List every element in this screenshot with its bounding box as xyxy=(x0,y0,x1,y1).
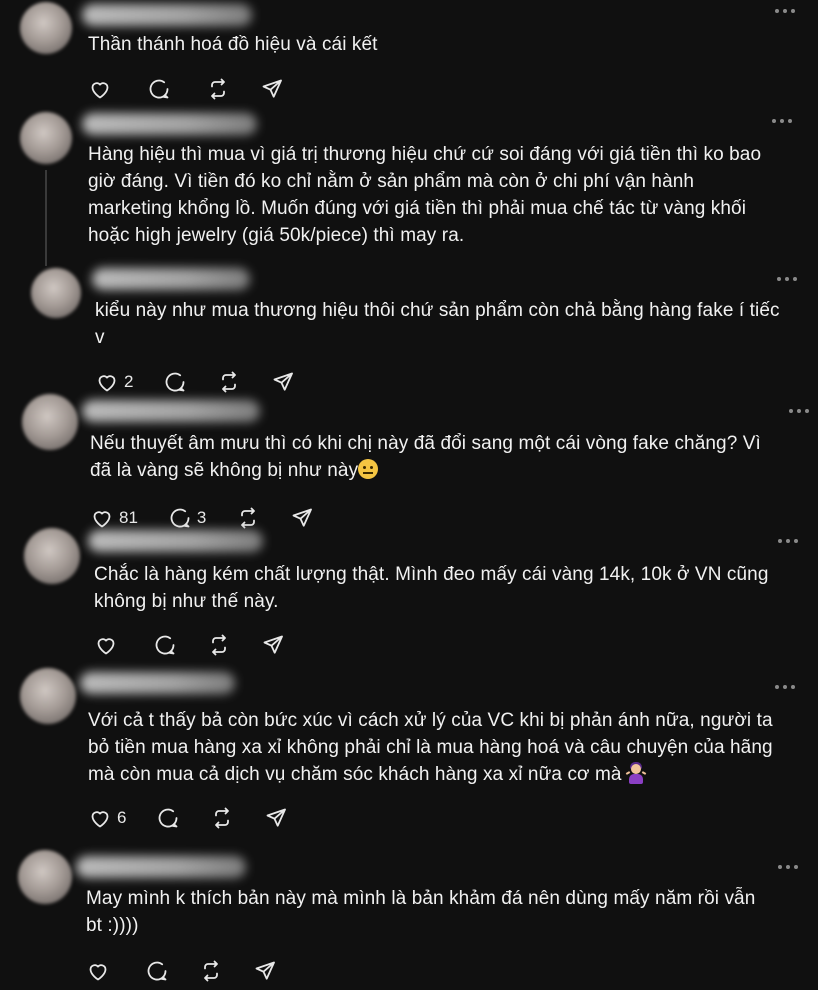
more-dots-icon[interactable] xyxy=(775,8,795,14)
speech-bubble-icon xyxy=(145,959,169,983)
more-dots-icon[interactable] xyxy=(772,118,792,124)
comment-text: Chắc là hàng kém chất lượng thật. Mình đ… xyxy=(94,564,769,612)
avatar[interactable] xyxy=(20,2,72,54)
action-bar xyxy=(88,76,314,102)
send-icon xyxy=(253,959,277,983)
repost-button[interactable] xyxy=(217,370,241,394)
send-icon xyxy=(260,77,284,101)
username-blurred[interactable] xyxy=(76,856,246,878)
speech-bubble-icon xyxy=(156,806,180,830)
like-button[interactable]: 2 xyxy=(95,370,133,394)
like-count: 2 xyxy=(124,372,134,391)
send-icon xyxy=(290,506,314,530)
reply-button[interactable] xyxy=(153,633,177,657)
action-bar: 81 3 xyxy=(90,505,344,531)
more-dots-icon[interactable] xyxy=(777,276,797,282)
repost-button[interactable] xyxy=(206,77,230,101)
username-blurred[interactable] xyxy=(82,113,257,135)
reply-button[interactable] xyxy=(163,370,187,394)
repost-icon xyxy=(236,506,260,530)
woman-shrugging-emoji-icon xyxy=(625,762,646,784)
like-button[interactable]: 6 xyxy=(88,806,126,830)
like-button[interactable]: 81 xyxy=(90,506,138,530)
avatar[interactable] xyxy=(22,394,78,450)
repost-icon xyxy=(210,806,234,830)
comment-text: Hàng hiệu thì mua vì giá trị thương hiệu… xyxy=(88,144,762,246)
heart-icon xyxy=(88,77,112,101)
repost-button[interactable] xyxy=(210,806,234,830)
like-button[interactable] xyxy=(88,77,117,101)
share-button[interactable] xyxy=(253,959,277,983)
avatar[interactable] xyxy=(20,112,72,164)
send-icon xyxy=(261,633,285,657)
repost-icon xyxy=(207,633,231,657)
reply-button[interactable] xyxy=(145,959,169,983)
speech-bubble-icon xyxy=(147,77,171,101)
heart-icon xyxy=(95,370,119,394)
speech-bubble-icon xyxy=(153,633,177,657)
username-blurred[interactable] xyxy=(82,4,252,26)
speech-bubble-icon xyxy=(163,370,187,394)
share-button[interactable] xyxy=(271,370,295,394)
reply-button[interactable] xyxy=(156,806,180,830)
more-dots-icon[interactable] xyxy=(789,408,809,414)
more-dots-icon[interactable] xyxy=(778,864,798,870)
more-dots-icon[interactable] xyxy=(775,684,795,690)
neutral-face-emoji-icon xyxy=(358,459,379,479)
repost-icon xyxy=(199,959,223,983)
repost-button[interactable] xyxy=(199,959,223,983)
username-blurred[interactable] xyxy=(82,400,260,422)
share-button[interactable] xyxy=(264,806,288,830)
repost-button[interactable] xyxy=(236,506,260,530)
action-bar xyxy=(94,632,315,658)
avatar[interactable] xyxy=(31,268,81,318)
heart-icon xyxy=(86,959,110,983)
avatar[interactable] xyxy=(20,668,76,724)
like-count: 81 xyxy=(119,508,138,527)
comment-text: May mình k thích bản này mà mình là bản … xyxy=(86,888,756,936)
comment-text: Với cả t thấy bả còn bức xúc vì cách xử … xyxy=(88,707,773,788)
like-button[interactable] xyxy=(86,959,115,983)
more-dots-icon[interactable] xyxy=(778,538,798,544)
share-button[interactable] xyxy=(261,633,285,657)
avatar[interactable] xyxy=(24,528,80,584)
comment-text: kiểu này như mua thương hiệu thôi chứ sả… xyxy=(95,300,780,348)
comment-text: Thần thánh hoá đồ hiệu và cái kết xyxy=(88,34,378,55)
action-bar: 6 xyxy=(88,805,318,831)
share-button[interactable] xyxy=(260,77,284,101)
heart-icon xyxy=(88,806,112,830)
send-icon xyxy=(271,370,295,394)
avatar[interactable] xyxy=(18,850,72,904)
comment-text-content: Với cả t thấy bả còn bức xúc vì cách xử … xyxy=(88,710,773,785)
repost-icon xyxy=(217,370,241,394)
heart-icon xyxy=(94,633,118,657)
reply-button[interactable]: 3 xyxy=(168,506,206,530)
username-blurred[interactable] xyxy=(80,672,235,694)
like-count: 6 xyxy=(117,808,127,827)
send-icon xyxy=(264,806,288,830)
username-blurred[interactable] xyxy=(92,268,250,290)
like-button[interactable] xyxy=(94,633,123,657)
reply-count: 3 xyxy=(196,508,207,527)
comment-text-content: Nếu thuyết âm mưu thì có khi chị này đã … xyxy=(90,433,761,481)
share-button[interactable] xyxy=(290,506,314,530)
comment-text: Nếu thuyết âm mưu thì có khi chị này đã … xyxy=(90,430,761,484)
action-bar: 2 xyxy=(95,369,325,395)
reply-button[interactable] xyxy=(147,77,176,101)
action-bar xyxy=(86,958,307,984)
repost-icon xyxy=(206,77,230,101)
repost-button[interactable] xyxy=(207,633,231,657)
heart-icon xyxy=(90,506,114,530)
username-blurred[interactable] xyxy=(88,530,263,552)
speech-bubble-icon xyxy=(168,506,192,530)
thread-line xyxy=(45,170,47,266)
